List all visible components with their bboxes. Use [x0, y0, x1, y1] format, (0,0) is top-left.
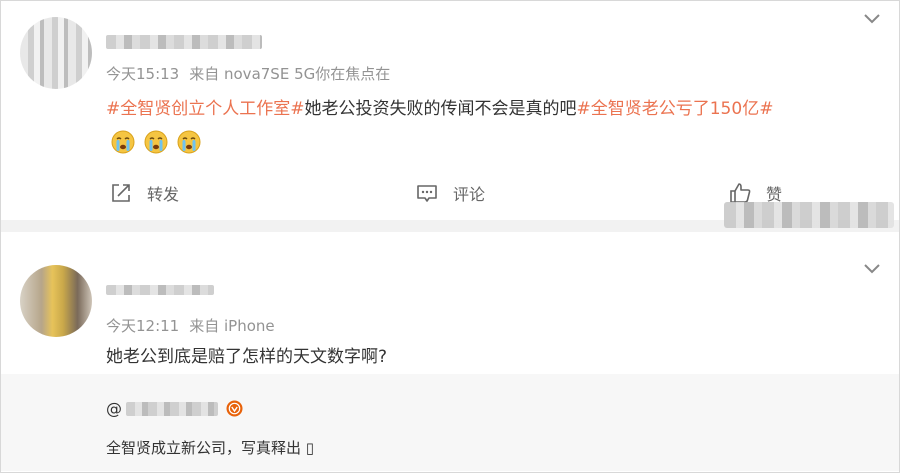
- mention-username-blurred[interactable]: [126, 401, 218, 416]
- post-content: #全智贤创立个人工作室#她老公投资失败的传闻不会是真的吧#全智贤老公亏了150亿…: [106, 94, 773, 119]
- hashtag-link[interactable]: #全智贤创立个人工作室#: [106, 99, 305, 119]
- watermark-blurred: [724, 202, 894, 228]
- avatar[interactable]: [20, 265, 92, 337]
- chevron-down-icon[interactable]: [863, 13, 881, 25]
- post-meta: 今天15:13 来自 nova7SE 5G你在焦点在: [106, 63, 390, 84]
- crying-face-icon: [144, 130, 168, 154]
- forward-button[interactable]: 转发: [109, 181, 179, 205]
- post-time[interactable]: 今天12:11: [106, 317, 179, 335]
- mention-row: @: [106, 399, 243, 418]
- username-blurred[interactable]: [106, 285, 214, 295]
- emoji-row: [109, 129, 203, 155]
- share-icon: [112, 184, 130, 202]
- post-meta: 今天12:11 来自 iPhone: [106, 315, 275, 336]
- verified-badge-icon: [226, 400, 243, 417]
- post-text: 她老公投资失败的传闻不会是真的吧: [304, 99, 577, 119]
- quoted-text: 全智贤成立新公司，写真释出 ▯: [106, 439, 315, 457]
- mention-at: @: [106, 399, 122, 418]
- comment-label: 评论: [453, 185, 486, 204]
- quoted-post[interactable]: @ 全智贤成立新公司，写真释出 ▯: [1, 374, 899, 471]
- comment-button[interactable]: 评论: [415, 181, 485, 205]
- comment-icon: [417, 185, 437, 202]
- weibo-post: 今天12:11 来自 iPhone 她老公到底是赔了怎样的天文数字啊? @ 全智贤…: [1, 232, 899, 471]
- post-source: 来自 iPhone: [189, 317, 275, 335]
- weibo-post: 今天15:13 来自 nova7SE 5G你在焦点在 #全智贤创立个人工作室#她老…: [1, 1, 899, 220]
- crying-face-icon: [111, 130, 135, 154]
- chevron-down-icon[interactable]: [863, 263, 881, 275]
- crying-face-icon: [177, 130, 201, 154]
- post-time[interactable]: 今天15:13: [106, 65, 179, 83]
- post-source: 来自 nova7SE 5G你在焦点在: [189, 65, 391, 83]
- forward-label: 转发: [147, 185, 180, 204]
- hashtag-link[interactable]: #全智贤老公亏了150亿#: [577, 99, 774, 119]
- avatar[interactable]: [20, 17, 92, 89]
- post-text: 她老公到底是赔了怎样的天文数字啊?: [106, 347, 388, 367]
- username-blurred[interactable]: [106, 35, 262, 49]
